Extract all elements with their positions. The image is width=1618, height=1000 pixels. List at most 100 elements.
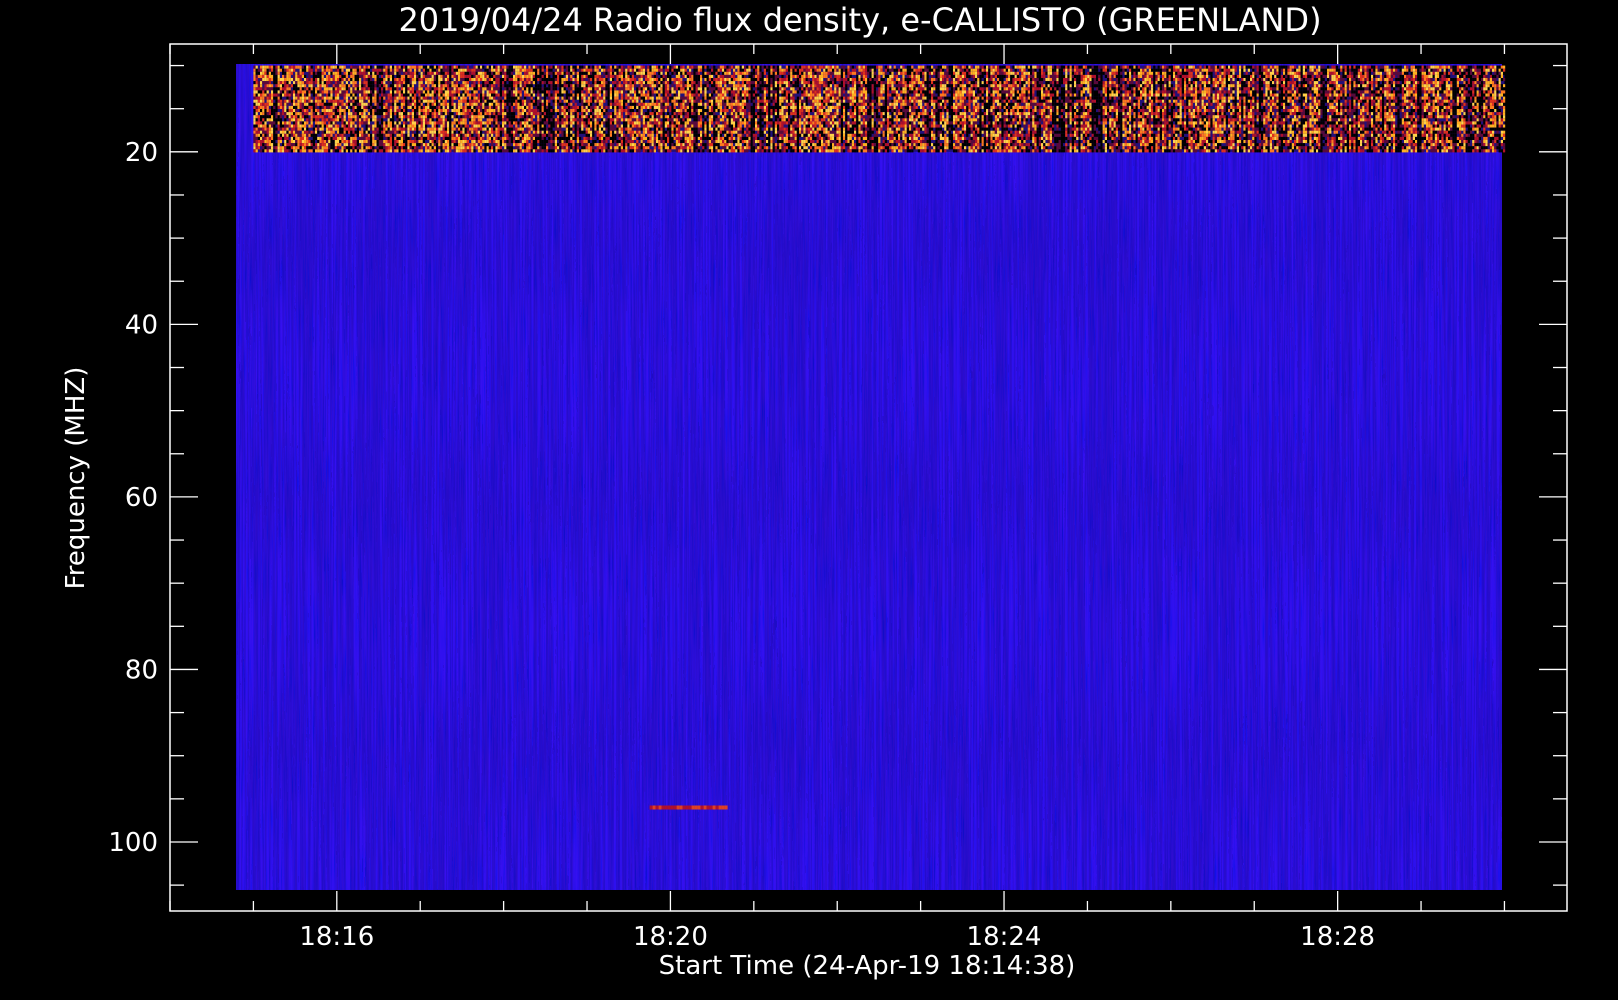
interference-cell [614,146,617,150]
interference-cell [293,124,296,128]
interference-cell [541,136,544,140]
interference-cell [356,112,359,116]
interference-cell [678,133,681,137]
interference-cell [546,78,549,82]
interference-cell [499,84,502,88]
interference-cell [363,115,366,119]
interference-cell [350,74,353,78]
interference-cell [572,146,575,150]
interference-cell [504,118,507,122]
interference-cell [416,109,419,113]
interference-cell [337,109,340,113]
interference-cell [559,81,562,85]
interference-cell [453,68,456,72]
interference-cell [295,99,298,103]
interference-cell [361,90,364,94]
interference-cell [667,136,670,140]
interference-cell [645,121,648,125]
interference-cell [255,78,258,82]
interference-cell [383,65,386,69]
interference-cell [306,68,309,72]
interference-cell [453,109,456,113]
interference-cell [425,93,428,97]
interference-cell [561,74,564,78]
interference-cell [581,84,584,88]
interference-cell [565,140,568,144]
interference-cell [486,127,489,131]
interference-cell [389,143,392,147]
interference-cell [662,90,665,94]
interference-cell [422,115,425,119]
interference-cell [440,146,443,150]
interference-cell [623,78,626,82]
interference-cell [535,74,538,78]
interference-cell [499,65,502,69]
interference-cell [620,99,623,103]
interference-cell [330,105,333,109]
interference-cell [350,96,353,100]
interference-cell [288,93,291,97]
interference-cell [477,133,480,137]
interference-cell [603,112,606,116]
interference-cell [266,127,269,131]
interference-cell [627,93,630,97]
interference-cell [372,133,375,137]
interference-cell [550,130,553,134]
interference-cell [616,127,619,131]
interference-cell [394,140,397,144]
interference-cell [343,136,346,140]
interference-cell [629,93,632,97]
interference-cell [286,65,289,69]
interference-cell [271,140,274,144]
interference-cell [557,133,560,137]
interference-cell [508,121,511,125]
interference-cell [431,105,434,109]
interference-cell [345,124,348,128]
interference-cell [326,130,329,134]
interference-cell [297,81,300,85]
interference-cell [442,74,445,78]
interference-cell [480,87,483,91]
interference-cell [546,109,549,113]
interference-cell [570,65,573,69]
interference-cell [618,84,621,88]
interference-cell [255,124,258,128]
interference-cell [671,140,674,144]
interference-cell [581,78,584,82]
interference-cell [312,109,315,113]
interference-cell [664,109,667,113]
interference-cell [618,99,621,103]
interference-cell [603,96,606,100]
interference-cell [409,96,412,100]
interference-cell [310,143,313,147]
interference-cell [409,140,412,144]
interference-cell [449,143,452,147]
interference-cell [321,81,324,85]
interference-cell [590,133,593,137]
interference-cell [306,65,309,69]
interference-cell [315,105,318,109]
interference-cell [299,71,302,75]
interference-cell [273,140,276,144]
interference-cell [574,115,577,119]
interference-cell [508,118,511,122]
interference-cell [453,133,456,137]
interference-cell [477,93,480,97]
interference-cell [594,65,597,69]
interference-cell [453,102,456,106]
interference-cell [664,140,667,144]
interference-cell [550,109,553,113]
interference-cell [345,149,348,153]
interference-cell [462,105,465,109]
interference-cell [623,87,626,91]
interference-cell [310,81,313,85]
interference-cell [517,99,520,103]
interference-cell [627,149,630,153]
interference-cell [363,84,366,88]
interference-cell [345,109,348,113]
interference-cell [656,124,659,128]
interference-cell [521,140,524,144]
interference-cell [411,133,414,137]
interference-cell [513,133,516,137]
interference-cell [352,68,355,72]
